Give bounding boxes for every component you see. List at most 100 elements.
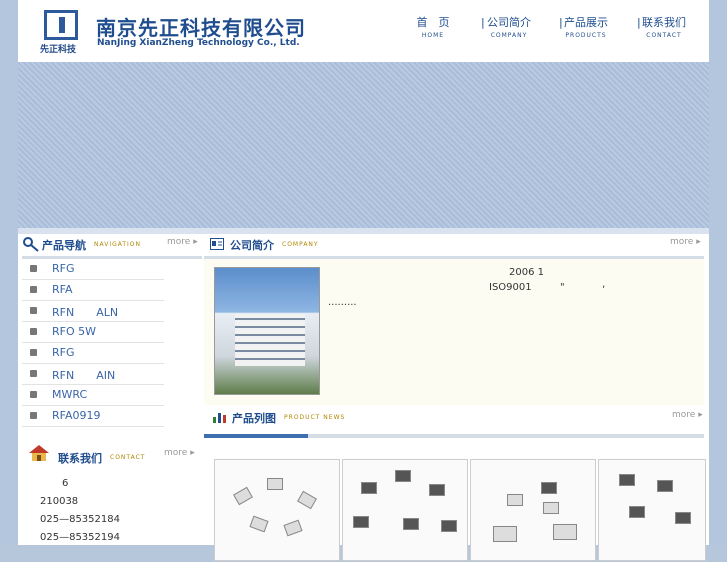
nav-products[interactable]: 产品展示 PRODUCTS bbox=[551, 14, 621, 39]
nav-contact-label: 联系我们 bbox=[642, 16, 686, 29]
product-list-title-en: PRODUCT NEWS bbox=[284, 414, 346, 421]
resistor-chip bbox=[297, 490, 317, 510]
house-icon bbox=[29, 445, 49, 461]
product-thumbnail[interactable] bbox=[342, 459, 468, 561]
product-nav-list: RFG RFA RFN ALN RFO 5W RFG RFN AIN MWRC … bbox=[22, 259, 202, 427]
more-label: more bbox=[167, 237, 191, 247]
company-title-en: COMPANY bbox=[282, 241, 319, 248]
bullet-icon bbox=[30, 391, 37, 398]
nav-company[interactable]: 公司简介 COMPANY bbox=[474, 14, 544, 39]
resistor-chip bbox=[233, 486, 253, 506]
company-logo-icon[interactable] bbox=[44, 10, 78, 40]
company-intro-quote: " bbox=[560, 282, 565, 293]
bullet-icon bbox=[30, 286, 37, 293]
bullet-icon bbox=[30, 349, 37, 356]
flange-resistor bbox=[441, 520, 457, 532]
nav-products-sublabel: PRODUCTS bbox=[565, 32, 607, 39]
product-nav-item-label: RFG bbox=[52, 346, 75, 359]
company-intro-line-1: 2006 1 bbox=[509, 267, 544, 278]
flange-resistor bbox=[361, 482, 377, 494]
product-nav-item-label: MWRC bbox=[52, 388, 88, 401]
nav-company-sublabel: COMPANY bbox=[490, 32, 528, 39]
flange-resistor bbox=[403, 518, 419, 530]
company-name-cn: 南京先正科技有限公司 bbox=[96, 16, 306, 40]
company-header: 公司简介 COMPANY more ▸ bbox=[204, 234, 706, 256]
flange-resistor bbox=[353, 516, 369, 528]
contact-more-link[interactable]: more ▸ bbox=[164, 448, 195, 458]
company-intro-box: 2006 1 ISO9001 " ‚ ......... bbox=[204, 256, 704, 405]
product-list-more-link[interactable]: more ▸ bbox=[672, 410, 703, 420]
company-name-en: NanJing XianZheng Technology Co., Ltd. bbox=[97, 38, 300, 48]
product-nav-item[interactable]: MWRC bbox=[22, 385, 164, 406]
flange-resistor bbox=[541, 482, 557, 494]
contact-title-en: CONTACT bbox=[110, 454, 146, 461]
product-nav-item[interactable]: RFN AIN bbox=[22, 364, 164, 385]
bullet-icon bbox=[30, 412, 37, 419]
company-intro-iso: ISO9001 bbox=[489, 282, 532, 293]
left-column: 产品导航 NAVIGATION more ▸ RFG RFA RFN ALN R… bbox=[22, 234, 202, 543]
nav-company-label: 公司简介 bbox=[487, 16, 531, 29]
product-nav-item-label: RFN AIN bbox=[52, 369, 116, 382]
bullet-icon bbox=[30, 307, 37, 314]
product-nav-item[interactable]: RFG bbox=[22, 343, 164, 364]
company-more-link[interactable]: more ▸ bbox=[670, 237, 701, 247]
resistor-chip bbox=[493, 526, 517, 542]
nav-home[interactable]: 首 页 HOME bbox=[398, 14, 468, 39]
more-label: more bbox=[672, 410, 696, 420]
product-nav-item[interactable]: RFO 5W bbox=[22, 322, 164, 343]
nav-home-label: 首 页 bbox=[416, 16, 450, 29]
product-list-header: 产品列图 PRODUCT NEWS more ▸ bbox=[204, 407, 706, 429]
section-bar-accent bbox=[204, 434, 308, 438]
banner bbox=[18, 62, 709, 228]
flange-resistor bbox=[395, 470, 411, 482]
product-nav-title: 产品导航 bbox=[42, 239, 86, 252]
product-nav-item[interactable]: RFA bbox=[22, 280, 164, 301]
product-list-title: 产品列图 bbox=[232, 412, 276, 425]
product-thumbnail[interactable] bbox=[214, 459, 340, 561]
product-thumbnail[interactable] bbox=[598, 459, 706, 561]
product-nav-item[interactable]: RFG bbox=[22, 259, 164, 280]
contact-title: 联系我们 bbox=[58, 452, 102, 465]
product-nav-title-en: NAVIGATION bbox=[94, 241, 142, 248]
contact-address: 6 bbox=[62, 478, 69, 489]
nav-contact-sublabel: CONTACT bbox=[646, 32, 682, 39]
bar-chart-icon bbox=[213, 413, 226, 423]
company-title: 公司简介 bbox=[230, 239, 274, 252]
product-nav-more-link[interactable]: more ▸ bbox=[167, 237, 198, 247]
nav-products-label: 产品展示 bbox=[564, 16, 608, 29]
tools-icon bbox=[23, 237, 39, 252]
product-nav-item[interactable]: RFN ALN bbox=[22, 301, 164, 322]
main-column: 公司简介 COMPANY more ▸ 2006 1 ISO9001 " ‚ .… bbox=[204, 234, 706, 561]
flange-resistor bbox=[429, 484, 445, 496]
bullet-icon bbox=[30, 265, 37, 272]
resistor-chip bbox=[553, 524, 577, 540]
page-side-left bbox=[0, 0, 18, 545]
company-building-photo bbox=[214, 267, 320, 395]
product-nav-item-label: RFG bbox=[52, 262, 75, 275]
header: 先正科技 南京先正科技有限公司 NanJing XianZheng Techno… bbox=[18, 0, 709, 62]
product-nav-item-label: RFN ALN bbox=[52, 306, 119, 319]
page-side-right bbox=[709, 0, 727, 545]
flange-resistor bbox=[619, 474, 635, 486]
nav-home-sublabel: HOME bbox=[421, 32, 445, 39]
product-nav-header: 产品导航 NAVIGATION more ▸ bbox=[22, 234, 202, 256]
more-label: more bbox=[164, 448, 188, 458]
resistor-chip bbox=[543, 502, 559, 514]
product-thumbnail[interactable] bbox=[470, 459, 596, 561]
building-image bbox=[235, 314, 305, 366]
section-bar bbox=[204, 434, 704, 438]
product-nav-item[interactable]: RFA0919 bbox=[22, 406, 164, 427]
flange-resistor bbox=[675, 512, 691, 524]
contact-section: 联系我们 CONTACT more ▸ 6 210038 025—8535218… bbox=[22, 442, 202, 562]
resistor-chip bbox=[267, 478, 283, 490]
nav-contact[interactable]: 联系我们 CONTACT bbox=[629, 14, 699, 39]
flange-resistor bbox=[657, 480, 673, 492]
bullet-icon bbox=[30, 328, 37, 335]
resistor-chip bbox=[507, 494, 523, 506]
contact-phone-2: 025—85352194 bbox=[40, 532, 120, 543]
company-intro-ellipsis: ......... bbox=[328, 297, 357, 308]
logo-text: 先正科技 bbox=[40, 45, 77, 55]
page: 先正科技 南京先正科技有限公司 NanJing XianZheng Techno… bbox=[18, 0, 709, 561]
bullet-icon bbox=[30, 370, 37, 377]
product-nav-item-label: RFA0919 bbox=[52, 409, 101, 422]
